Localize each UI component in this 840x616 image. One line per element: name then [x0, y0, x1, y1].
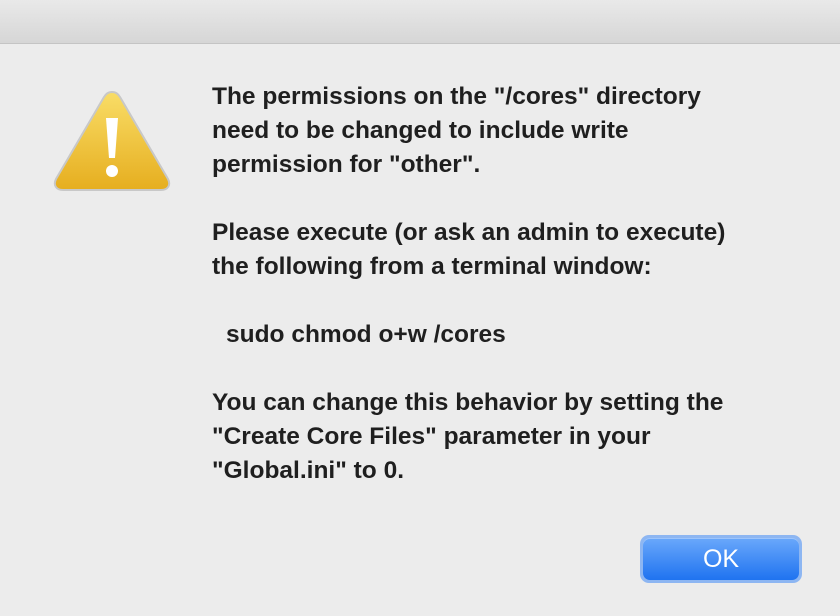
title-bar[interactable] [0, 0, 840, 44]
terminal-command: sudo chmod o+w /cores [226, 321, 506, 348]
ok-button-label: OK [643, 538, 799, 580]
alert-message: The permissions on the "/cores" director… [212, 80, 812, 522]
message-paragraph: Please execute (or ask an admin to execu… [212, 219, 726, 280]
alert-dialog: The permissions on the "/cores" director… [0, 0, 840, 616]
message-paragraph: You can change this behavior by setting … [212, 389, 724, 484]
ok-button[interactable]: OK [640, 535, 802, 583]
warning-triangle-icon [50, 84, 174, 194]
message-paragraph: The permissions on the "/cores" director… [212, 83, 701, 178]
